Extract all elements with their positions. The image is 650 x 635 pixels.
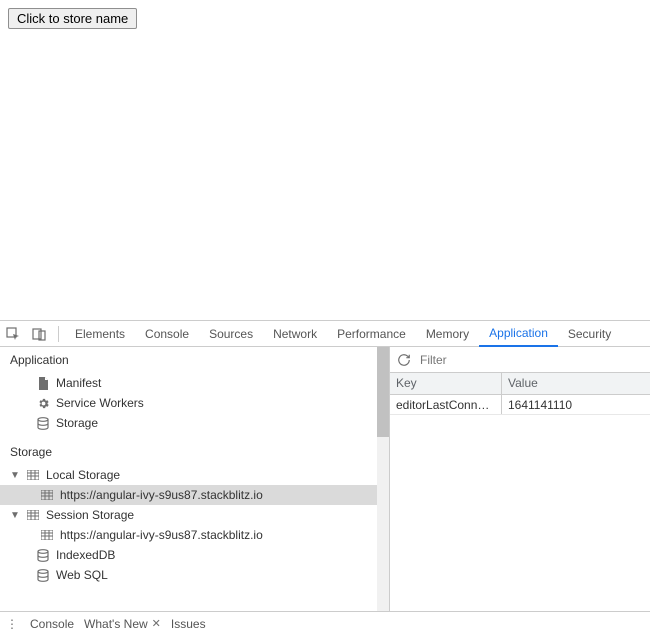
sidebar-item-label: https://angular-ivy-s9us87.stackblitz.io <box>60 488 263 502</box>
store-name-button[interactable]: Click to store name <box>8 8 137 29</box>
devtools-drawer: ⋮ Console What's New ✕ Issues <box>0 611 650 635</box>
sidebar-item-label: https://angular-ivy-s9us87.stackblitz.io <box>60 528 263 542</box>
sidebar-item-session-storage[interactable]: ▼ Session Storage <box>0 505 377 525</box>
storage-content: Key Value editorLastConnec… 1641141110 <box>390 347 650 611</box>
gear-icon <box>36 396 50 410</box>
sidebar-item-label: Manifest <box>56 376 101 390</box>
storage-table-body: editorLastConnec… 1641141110 <box>390 395 650 611</box>
table-cell-value[interactable]: 1641141110 <box>502 395 650 414</box>
tab-elements[interactable]: Elements <box>65 321 135 347</box>
database-icon <box>36 568 50 582</box>
tab-memory[interactable]: Memory <box>416 321 479 347</box>
drawer-tab-label: What's New <box>84 617 148 631</box>
sidebar-section-application: Application <box>0 347 377 373</box>
sidebar-scrollbar-thumb[interactable] <box>377 347 389 437</box>
inspect-element-icon[interactable] <box>0 321 26 347</box>
sidebar-item-local-storage[interactable]: ▼ Local Storage <box>0 465 377 485</box>
tab-application[interactable]: Application <box>479 321 558 347</box>
table-cell-key[interactable]: editorLastConnec… <box>390 395 502 414</box>
sidebar-item-label: Web SQL <box>56 568 108 582</box>
sidebar-item-storage[interactable]: ▾ Storage <box>0 413 377 433</box>
page-viewport: Click to store name <box>0 0 650 320</box>
document-icon <box>36 376 50 390</box>
sidebar-item-label: IndexedDB <box>56 548 115 562</box>
devtools-tabbar: Elements Console Sources Network Perform… <box>0 321 650 347</box>
sidebar-item-manifest[interactable]: ▾ Manifest <box>0 373 377 393</box>
tab-security[interactable]: Security <box>558 321 621 347</box>
application-sidebar: Application ▾ Manifest ▾ Ser <box>0 347 390 611</box>
refresh-icon[interactable] <box>390 347 418 373</box>
drawer-tab-issues[interactable]: Issues <box>171 617 206 631</box>
close-icon[interactable]: ✕ <box>152 617 161 630</box>
sidebar-item-local-storage-origin[interactable]: https://angular-ivy-s9us87.stackblitz.io <box>0 485 377 505</box>
sidebar-item-session-storage-origin[interactable]: https://angular-ivy-s9us87.stackblitz.io <box>0 525 377 545</box>
sidebar-item-web-sql[interactable]: ▾ Web SQL <box>0 565 377 585</box>
sidebar-item-label: Local Storage <box>46 468 120 482</box>
database-icon <box>36 416 50 430</box>
storage-toolbar <box>390 347 650 373</box>
device-toolbar-icon[interactable] <box>26 321 52 347</box>
devtools-panel: Elements Console Sources Network Perform… <box>0 320 650 635</box>
table-icon <box>40 528 54 542</box>
drawer-tab-console[interactable]: Console <box>30 617 74 631</box>
sidebar-section-storage: Storage <box>0 439 377 465</box>
kebab-menu-icon[interactable]: ⋮ <box>4 617 20 631</box>
table-icon <box>40 488 54 502</box>
tab-performance[interactable]: Performance <box>327 321 416 347</box>
tab-network[interactable]: Network <box>263 321 327 347</box>
table-row[interactable]: editorLastConnec… 1641141110 <box>390 395 650 415</box>
sidebar-item-label: Service Workers <box>56 396 144 410</box>
tabbar-separator <box>58 326 59 342</box>
sidebar-item-label: Session Storage <box>46 508 134 522</box>
table-header-value[interactable]: Value <box>502 373 650 394</box>
sidebar-item-label: Storage <box>56 416 98 430</box>
filter-input[interactable] <box>418 348 650 372</box>
table-icon <box>26 508 40 522</box>
sidebar-item-service-workers[interactable]: ▾ Service Workers <box>0 393 377 413</box>
chevron-down-icon[interactable]: ▼ <box>10 470 20 481</box>
tab-console[interactable]: Console <box>135 321 199 347</box>
devtools-panes: Application ▾ Manifest ▾ Ser <box>0 347 650 611</box>
sidebar-item-indexeddb[interactable]: ▾ IndexedDB <box>0 545 377 565</box>
drawer-tab-whats-new[interactable]: What's New ✕ <box>84 617 161 631</box>
chevron-down-icon[interactable]: ▼ <box>10 510 20 521</box>
tab-sources[interactable]: Sources <box>199 321 263 347</box>
database-icon <box>36 548 50 562</box>
table-header-key[interactable]: Key <box>390 373 502 394</box>
storage-table-header: Key Value <box>390 373 650 395</box>
storage-table: Key Value editorLastConnec… 1641141110 <box>390 373 650 611</box>
table-icon <box>26 468 40 482</box>
